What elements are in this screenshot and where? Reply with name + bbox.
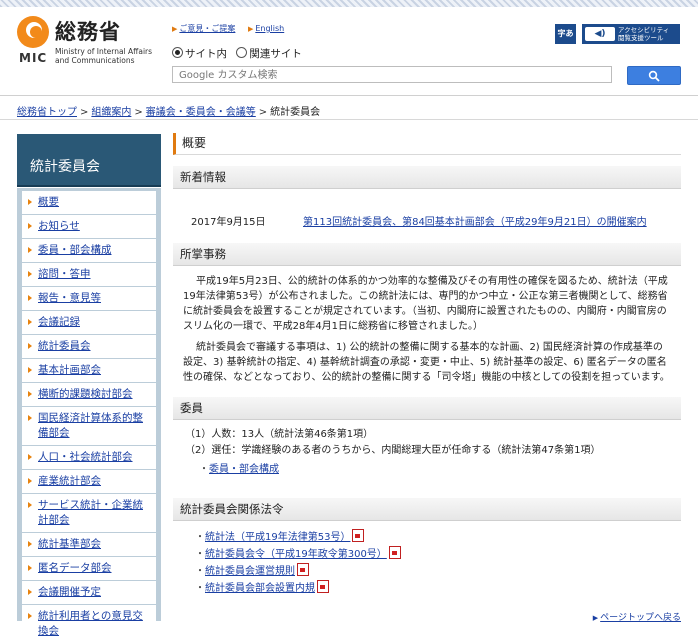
- news-link[interactable]: 第113回統計委員会、第84回基本計画部会（平成29年9月21日）の開催案内: [303, 213, 698, 228]
- arrow-icon: ▶: [172, 25, 178, 33]
- sidebar-item-service[interactable]: サービス統計・企業統計部会: [22, 494, 156, 532]
- breadcrumb: 総務省トップ > 組織案内 > 審議会・委員会・会議等 > 統計委員会: [17, 107, 321, 118]
- sidebar-item-standards[interactable]: 統計基準部会: [22, 533, 156, 556]
- sidebar-item-population[interactable]: 人口・社会統計部会: [22, 446, 156, 469]
- duties-section: 所掌事務 平成19年5月23日、公的統計の体系的かつ効率的な整備及びその有用性の…: [173, 243, 681, 385]
- logo-name: 総務省: [55, 20, 121, 44]
- pdf-icon: [352, 529, 365, 542]
- main-content: 概要 新着情報 2017年9月15日 第113回統計委員会、第84回基本計画部会…: [173, 133, 681, 623]
- law-link-committee-order[interactable]: 統計委員会令（平成19年政令第300号）: [205, 549, 387, 560]
- news-date: 2017年9月15日: [191, 217, 266, 228]
- header-divider: [0, 95, 698, 96]
- sidebar-item-anonymous[interactable]: 匿名データ部会: [22, 557, 156, 580]
- speaker-icon: ◀): [585, 27, 615, 41]
- law-item: ・統計委員会令（平成19年政令第300号）: [173, 546, 681, 563]
- breadcrumb-link-org[interactable]: 組織案内: [91, 107, 131, 118]
- breadcrumb-divider: [0, 119, 698, 120]
- text-size-button[interactable]: 字あ: [555, 24, 576, 44]
- law-link-statistics-act[interactable]: 統計法（平成19年法律第53号）: [205, 532, 350, 543]
- logo-mic: MIC: [19, 51, 48, 65]
- radio-related-button[interactable]: [236, 47, 248, 58]
- feedback-link[interactable]: ご意見・ご提案: [179, 24, 235, 33]
- mic-logo[interactable]: 総務省 MIC Ministry of Internal Affairs and…: [17, 16, 172, 68]
- logo-english: Ministry of Internal Affairs and Communi…: [55, 47, 153, 65]
- radio-site[interactable]: サイト内: [172, 47, 227, 60]
- law-item: ・統計委員会運営規則: [173, 563, 681, 580]
- members-section: 委員 （1）人数：13人（統計法第46条第1項） （2）選任：学識経験のある者の…: [173, 397, 681, 478]
- members-count: （1）人数：13人（統計法第46条第1項）: [185, 429, 374, 440]
- sidebar-item-committee[interactable]: 統計委員会: [22, 335, 156, 358]
- search-icon: [648, 70, 660, 82]
- sidebar-item-cross-issues[interactable]: 横断的課題検討部会: [22, 383, 156, 406]
- search-button[interactable]: [627, 66, 681, 85]
- members-title: 委員: [173, 397, 681, 420]
- sidebar-item-reports[interactable]: 報告・意見等: [22, 287, 156, 310]
- duties-paragraph-1: 平成19年5月23日、公的統計の体系的かつ効率的な整備及びその有用性の確保を図る…: [183, 276, 668, 332]
- accessibility-tool-button[interactable]: ◀) アクセシビリティ 閲覧支援ツール: [582, 24, 680, 44]
- sidebar-item-minutes[interactable]: 会議記録: [22, 311, 156, 334]
- pdf-icon: [317, 580, 329, 593]
- sidebar-item-basic-plan[interactable]: 基本計画部会: [22, 359, 156, 382]
- laws-section: 統計委員会関係法令 ・統計法（平成19年法律第53号） ・統計委員会令（平成19…: [173, 498, 681, 597]
- pdf-icon: [388, 546, 401, 559]
- page-title: 概要: [173, 133, 681, 155]
- sidebar-item-inquiries[interactable]: 諮問・答申: [22, 263, 156, 286]
- search-input[interactable]: Google カスタム検索: [172, 66, 612, 83]
- arrow-icon: ▶: [247, 25, 254, 33]
- law-item: ・統計委員会部会設置内規: [173, 580, 681, 597]
- law-link-subcommittee-rules[interactable]: 統計委員会部会設置内規: [205, 583, 315, 594]
- breadcrumb-link-top[interactable]: 総務省トップ: [17, 107, 77, 118]
- sidebar-menu: 概要 お知らせ 委員・部会構成 諮問・答申 報告・意見等 会議記録 統計委員会 …: [17, 188, 161, 643]
- sidebar-item-members[interactable]: 委員・部会構成: [22, 239, 156, 262]
- sidebar-title: 統計委員会: [17, 134, 161, 187]
- duties-title: 所掌事務: [173, 243, 681, 266]
- members-selection: （2）選任：学識経験のある者のうちから、内閣総理大臣が任命する（統計法第47条第…: [185, 445, 601, 456]
- news-section: 新着情報: [173, 166, 681, 189]
- sidebar-item-schedule[interactable]: 会議開催予定: [22, 581, 156, 604]
- law-item: ・統計法（平成19年法律第53号）: [173, 529, 681, 546]
- sidebar-item-national-accounts[interactable]: 国民経済計算体系的整備部会: [22, 407, 156, 445]
- mic-logo-mark: [17, 16, 49, 48]
- laws-title: 統計委員会関係法令: [173, 498, 681, 521]
- sidebar-item-exchange[interactable]: 統計利用者との意見交換会: [22, 605, 156, 643]
- law-link-operation-rules[interactable]: 統計委員会運営規則: [205, 566, 295, 577]
- duties-paragraph-2: 統計委員会で審議する事項は、1) 公的統計の整備に関する基本的な計画、2) 国民…: [183, 342, 670, 383]
- members-link[interactable]: 委員・部会構成: [209, 464, 279, 475]
- page-top-link[interactable]: ページトップへ戻る: [600, 613, 681, 623]
- top-stripe: [0, 0, 698, 7]
- members-link-row: ・委員・部会構成: [199, 464, 279, 475]
- english-link[interactable]: English: [255, 24, 284, 33]
- radio-site-button[interactable]: [172, 47, 183, 58]
- sidebar-item-industry[interactable]: 産業統計部会: [22, 470, 156, 493]
- radio-related[interactable]: 関連サイト: [236, 47, 302, 60]
- breadcrumb-current: 統計委員会: [270, 107, 321, 118]
- top-links: ▶ ご意見・ご提案 ▶ English: [172, 23, 294, 34]
- sidebar-item-overview[interactable]: 概要: [22, 191, 156, 214]
- page-top: ▶ ページトップへ戻る: [593, 610, 681, 623]
- search-scope: サイト内 関連サイト: [172, 46, 308, 61]
- news-title: 新着情報: [173, 166, 681, 189]
- breadcrumb-link-councils[interactable]: 審議会・委員会・会議等: [146, 107, 256, 118]
- sidebar-item-news[interactable]: お知らせ: [22, 215, 156, 238]
- pdf-icon: [297, 563, 309, 576]
